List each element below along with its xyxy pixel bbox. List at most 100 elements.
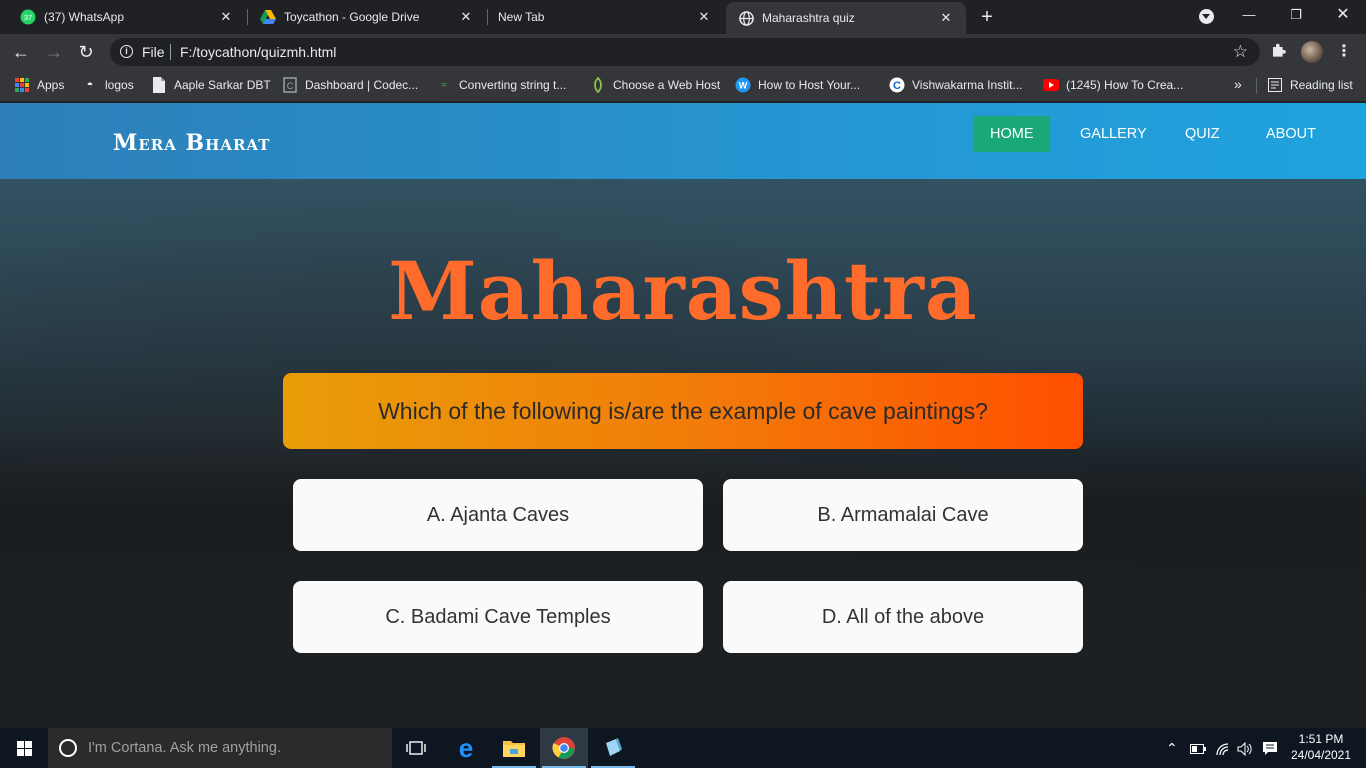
codec-icon: C: [282, 77, 298, 93]
action-center-icon[interactable]: [1262, 728, 1278, 768]
tab-title: Maharashtra quiz: [762, 11, 855, 25]
close-tab-icon[interactable]: ✕: [458, 9, 474, 25]
scheme-label: File: [142, 44, 165, 60]
nav-about[interactable]: ABOUT: [1250, 116, 1332, 152]
clock-time: 1:51 PM: [1298, 732, 1344, 746]
reading-list-label: Reading list: [1290, 78, 1353, 92]
quiz-title: Maharashtra: [388, 244, 978, 338]
browser-toolbar: ← → ↻ i File F:/toycathon/quizmh.html ☆ …: [0, 34, 1366, 70]
tab-whatsapp[interactable]: 37 (37) WhatsApp ✕: [8, 0, 246, 34]
reading-list-icon: [1267, 77, 1283, 93]
bookmarks-overflow-icon[interactable]: »: [1234, 76, 1242, 92]
wifi-icon[interactable]: [1215, 728, 1231, 768]
apps-grid-icon: [14, 77, 30, 93]
address-divider: [170, 44, 171, 60]
document-icon: [151, 77, 167, 93]
tab-new-tab[interactable]: New Tab ✕: [486, 0, 724, 34]
battery-icon[interactable]: [1190, 728, 1206, 768]
quiz-page: Mera Bharat HOME GALLERY QUIZ ABOUT Maha…: [0, 103, 1366, 728]
nav-home[interactable]: HOME: [974, 116, 1050, 152]
bookmark-label: Converting string t...: [459, 78, 567, 92]
bookmark-label: logos: [105, 78, 134, 92]
restore-icon[interactable]: ❐: [1273, 0, 1319, 30]
new-tab-button[interactable]: +: [976, 6, 998, 28]
svg-text:C: C: [893, 80, 901, 92]
cortana-search-box[interactable]: I'm Cortana. Ask me anything.: [48, 728, 392, 768]
globe-icon: [738, 10, 754, 26]
start-button[interactable]: [0, 728, 48, 768]
answer-option-a[interactable]: A. Ajanta Caves: [293, 479, 703, 551]
tab-search-icon[interactable]: [1199, 9, 1214, 24]
url-text[interactable]: F:/toycathon/quizmh.html: [180, 44, 336, 60]
file-explorer-icon[interactable]: [490, 728, 538, 768]
show-hidden-icons-icon[interactable]: ⌃: [1166, 728, 1178, 768]
bookmark-label: Vishwakarma Instit...: [912, 78, 1023, 92]
nav-gallery[interactable]: GALLERY: [1064, 116, 1163, 152]
tab-maharashtra-quiz[interactable]: Maharashtra quiz ✕: [726, 2, 966, 34]
question-box: Which of the following is/are the exampl…: [283, 373, 1083, 449]
volume-icon[interactable]: [1237, 728, 1253, 768]
windows-logo-icon: [17, 741, 32, 756]
youtube-icon: [1043, 77, 1059, 93]
chrome-icon[interactable]: [540, 728, 588, 768]
bookmark-label: Dashboard | Codec...: [305, 78, 419, 92]
edge-browser-icon[interactable]: e: [442, 728, 490, 768]
bookmark-vishwakarma[interactable]: C Vishwakarma Instit...: [889, 70, 1022, 100]
answer-option-d[interactable]: D. All of the above: [723, 581, 1083, 653]
bookmark-label: Choose a Web Host: [613, 78, 721, 92]
forward-arrow-icon[interactable]: →: [42, 40, 66, 64]
reading-list-button[interactable]: Reading list: [1267, 70, 1353, 100]
logos-icon: ◓: [86, 79, 94, 91]
reload-icon[interactable]: ↻: [74, 40, 98, 64]
web-host-icon: [590, 77, 606, 93]
bookmark-how-to-host[interactable]: W How to Host Your...: [735, 70, 860, 100]
minimize-icon[interactable]: —: [1226, 0, 1272, 30]
code-icon: ≈: [441, 79, 447, 91]
site-brand[interactable]: Mera Bharat: [113, 130, 270, 156]
tab-title: Toycathon - Google Drive: [284, 10, 420, 24]
site-navbar: Mera Bharat HOME GALLERY QUIZ ABOUT: [0, 103, 1366, 179]
address-bar[interactable]: i File F:/toycathon/quizmh.html ☆: [110, 38, 1260, 66]
nav-quiz[interactable]: QUIZ: [1169, 116, 1236, 152]
extensions-puzzle-icon[interactable]: [1270, 42, 1288, 60]
bookmark-logos[interactable]: ◓ logos: [82, 70, 134, 100]
google-drive-icon: [260, 9, 276, 25]
svg-text:C: C: [287, 81, 294, 91]
bookmark-star-icon[interactable]: ☆: [1233, 42, 1248, 62]
clock-date: 24/04/2021: [1290, 748, 1352, 762]
cortana-placeholder: I'm Cortana. Ask me anything.: [88, 740, 281, 756]
vishwakarma-icon: C: [889, 77, 905, 93]
wordpress-icon: W: [735, 77, 751, 93]
answer-option-b[interactable]: B. Armamalai Cave: [723, 479, 1083, 551]
bookmark-aaple-sarkar[interactable]: Aaple Sarkar DBT: [151, 70, 271, 100]
tab-title: (37) WhatsApp: [44, 10, 125, 24]
bookmark-label: Apps: [37, 78, 65, 92]
bookmark-label: Aaple Sarkar DBT: [174, 78, 271, 92]
bookmark-converting-string[interactable]: ≈ Converting string t...: [436, 70, 566, 100]
app-cube-icon[interactable]: [589, 728, 637, 768]
tab-title: New Tab: [498, 10, 545, 24]
bookmark-codechef[interactable]: C Dashboard | Codec...: [282, 70, 418, 100]
bookmark-label: How to Host Your...: [758, 78, 861, 92]
bookmark-label: (1245) How To Crea...: [1066, 78, 1184, 92]
answer-option-c[interactable]: C. Badami Cave Temples: [293, 581, 703, 653]
back-arrow-icon[interactable]: ←: [9, 40, 33, 64]
info-icon[interactable]: i: [120, 45, 133, 58]
bookmark-web-host[interactable]: Choose a Web Host: [590, 70, 720, 100]
taskbar-clock[interactable]: 1:51 PM 24/04/2021: [1286, 731, 1356, 763]
cortana-icon: [59, 739, 77, 757]
close-window-icon[interactable]: ✕: [1320, 0, 1366, 30]
tab-strip: 37 (37) WhatsApp ✕ Toycathon - Google Dr…: [0, 0, 1366, 34]
tab-google-drive[interactable]: Toycathon - Google Drive ✕: [248, 0, 486, 34]
bookmark-youtube[interactable]: (1245) How To Crea...: [1043, 70, 1183, 100]
bookmarks-bar: Apps ◓ logos Aaple Sarkar DBT C Dashboar…: [0, 70, 1366, 102]
close-tab-icon[interactable]: ✕: [938, 10, 954, 26]
close-tab-icon[interactable]: ✕: [218, 9, 234, 25]
more-menu-icon[interactable]: ⋮: [1336, 41, 1352, 63]
whatsapp-icon: 37: [20, 9, 36, 25]
profile-avatar[interactable]: [1301, 41, 1323, 63]
windows-taskbar: I'm Cortana. Ask me anything. e ⌃ 1:51 P…: [0, 728, 1366, 768]
task-view-icon[interactable]: [392, 728, 440, 768]
bookmark-apps[interactable]: Apps: [14, 70, 64, 100]
close-tab-icon[interactable]: ✕: [696, 9, 712, 25]
